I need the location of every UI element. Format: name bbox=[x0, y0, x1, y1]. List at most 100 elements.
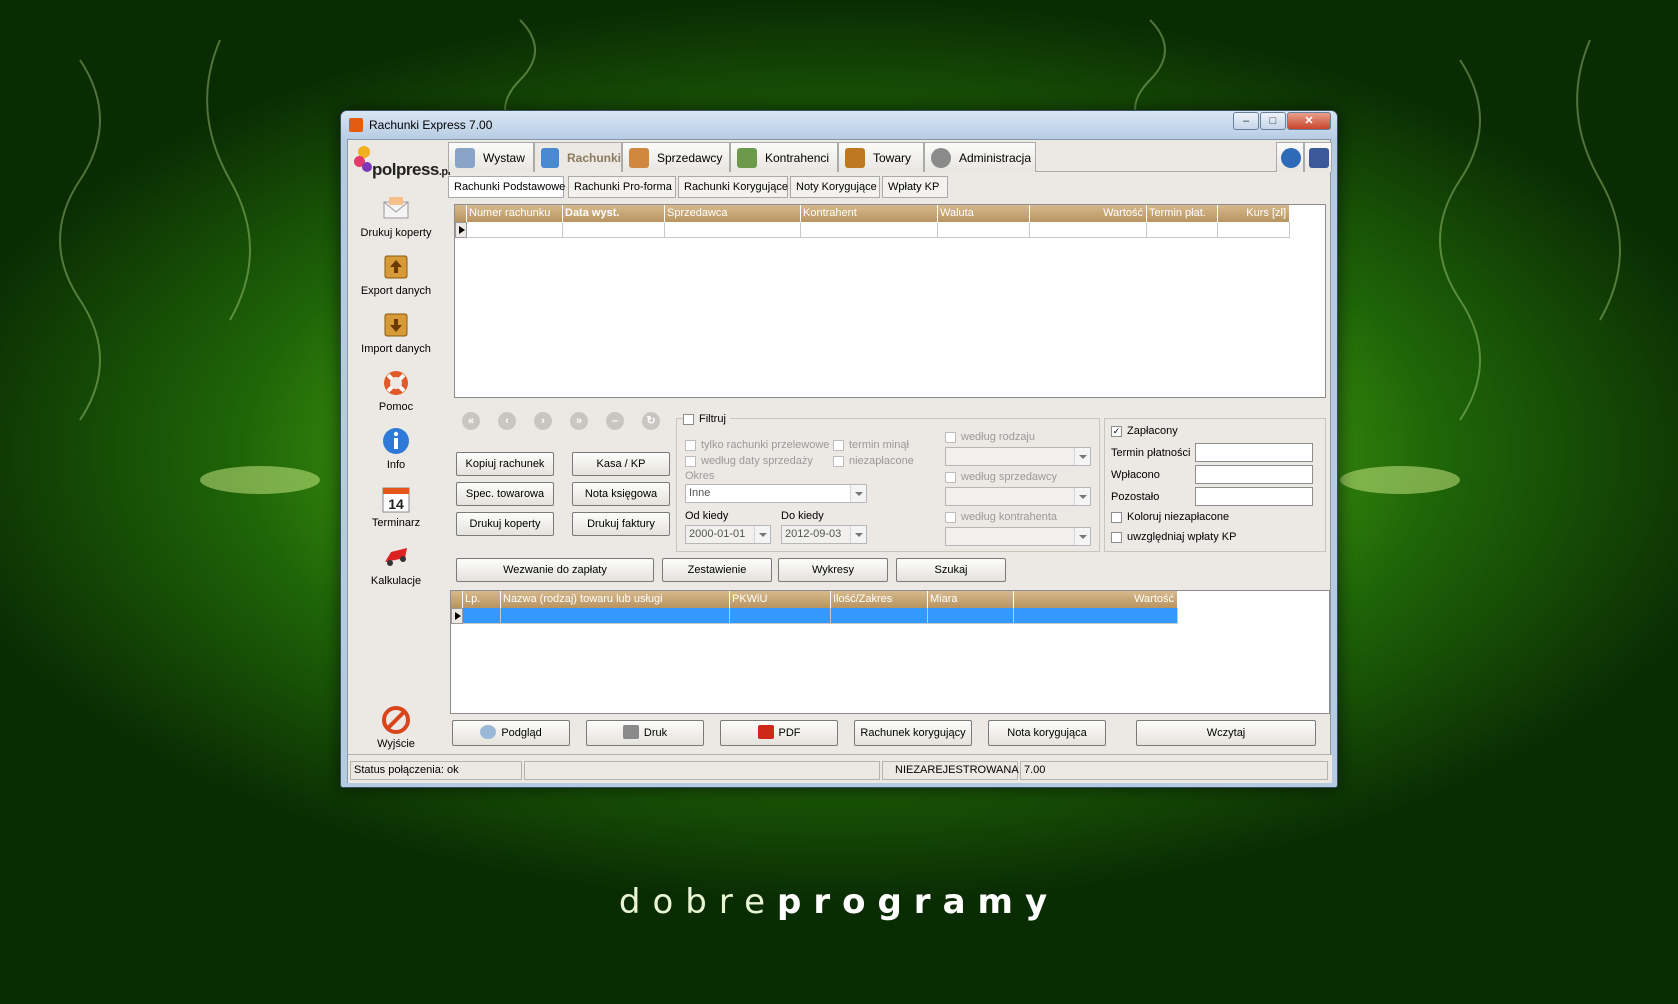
subtab-noty-korygujace[interactable]: Noty Korygujące bbox=[790, 176, 880, 198]
zaplacony-checkbox[interactable]: ✓ Zapłacony bbox=[1111, 425, 1178, 437]
col-lp[interactable]: Lp. bbox=[463, 591, 501, 608]
table-row[interactable] bbox=[467, 222, 563, 238]
pomoc-button[interactable]: Pomoc bbox=[348, 368, 444, 413]
sprzedawca-select[interactable] bbox=[945, 487, 1091, 506]
spec-towarowa-button[interactable]: Spec. towarowa bbox=[456, 482, 554, 506]
col-kurs[interactable]: Kurs [zł] bbox=[1218, 205, 1290, 222]
col-termin-plat[interactable]: Termin płat. bbox=[1147, 205, 1218, 222]
wezwanie-do-zaplaty-button[interactable]: Wezwanie do zapłaty bbox=[456, 558, 654, 582]
wczytaj-button[interactable]: Wczytaj bbox=[1136, 720, 1316, 746]
wykresy-button[interactable]: Wykresy bbox=[778, 558, 888, 582]
wyjscie-button[interactable]: Wyjście bbox=[348, 705, 444, 750]
okres-select[interactable]: Inne bbox=[685, 484, 867, 503]
table-cell[interactable] bbox=[1014, 608, 1178, 624]
termin-minal-checkbox[interactable]: termin minął bbox=[833, 439, 909, 451]
wg-kontrahenta-checkbox[interactable]: według kontrahenta bbox=[945, 511, 1057, 523]
maximize-button[interactable]: □ bbox=[1260, 112, 1286, 130]
last-record-button[interactable]: » bbox=[570, 412, 588, 430]
table-cell[interactable] bbox=[928, 608, 1014, 624]
table-cell[interactable] bbox=[563, 222, 665, 238]
col-waluta[interactable]: Waluta bbox=[938, 205, 1030, 222]
rachunek-korygujacy-button[interactable]: Rachunek korygujący bbox=[854, 720, 972, 746]
export-danych-button[interactable]: Export danych bbox=[348, 252, 444, 297]
facebook-button[interactable] bbox=[1304, 142, 1332, 172]
subtab-rachunki-korygujace[interactable]: Rachunki Korygujące bbox=[678, 176, 788, 198]
table-cell[interactable] bbox=[665, 222, 801, 238]
table-cell[interactable] bbox=[831, 608, 928, 624]
drukuj-faktury-button[interactable]: Drukuj faktury bbox=[572, 512, 670, 536]
table-cell[interactable] bbox=[730, 608, 831, 624]
tab-wystaw[interactable]: Wystaw bbox=[448, 142, 534, 172]
col-ilosc[interactable]: Ilość/Zakres bbox=[831, 591, 928, 608]
tab-administracja[interactable]: Administracja bbox=[924, 142, 1036, 172]
next-record-button[interactable]: › bbox=[534, 412, 552, 430]
tab-kontrahenci[interactable]: Kontrahenci bbox=[730, 142, 838, 172]
wg-rodzaju-checkbox[interactable]: według rodzaju bbox=[945, 431, 1035, 443]
col-sprzedawca[interactable]: Sprzedawca bbox=[665, 205, 801, 222]
table-cell[interactable] bbox=[1218, 222, 1290, 238]
col-pkwiu[interactable]: PKWiU bbox=[730, 591, 831, 608]
first-record-button[interactable]: « bbox=[462, 412, 480, 430]
info-icon bbox=[383, 428, 409, 454]
koloruj-niezaplacone-checkbox[interactable]: Koloruj niezapłacone bbox=[1111, 511, 1229, 523]
kasa-kp-button[interactable]: Kasa / KP bbox=[572, 452, 670, 476]
rodzaj-select[interactable] bbox=[945, 447, 1091, 466]
table-cell[interactable] bbox=[1147, 222, 1218, 238]
druk-button[interactable]: Druk bbox=[586, 720, 704, 746]
filtruj-checkbox[interactable]: Filtruj bbox=[683, 413, 730, 425]
table-row-selected[interactable] bbox=[463, 608, 501, 624]
col-miara[interactable]: Miara bbox=[928, 591, 1014, 608]
web-button[interactable] bbox=[1276, 142, 1304, 172]
szukaj-button[interactable]: Szukaj bbox=[896, 558, 1006, 582]
kalkulacje-button[interactable]: Kalkulacje bbox=[348, 542, 444, 587]
tab-towary[interactable]: Towary bbox=[838, 142, 924, 172]
table-cell[interactable] bbox=[938, 222, 1030, 238]
col-data-wyst[interactable]: Data wyst. bbox=[563, 205, 665, 222]
wg-sprzedawcy-checkbox[interactable]: według sprzedawcy bbox=[945, 471, 1057, 483]
uwzgledniaj-wplaty-checkbox[interactable]: uwzględniaj wpłaty KP bbox=[1111, 531, 1236, 543]
niezaplacone-checkbox[interactable]: niezapłacone bbox=[833, 455, 914, 467]
close-button[interactable]: ✕ bbox=[1287, 112, 1331, 130]
drukuj-koperty-button-main[interactable]: Drukuj koperty bbox=[456, 512, 554, 536]
wg-daty-checkbox[interactable]: według daty sprzedaży bbox=[685, 455, 813, 467]
od-kiedy-date[interactable]: 2000-01-01 bbox=[685, 525, 771, 544]
pdf-button[interactable]: PDF bbox=[720, 720, 838, 746]
do-kiedy-label: Do kiedy bbox=[781, 510, 824, 522]
nota-ksiegowa-button[interactable]: Nota księgowa bbox=[572, 482, 670, 506]
import-danych-button[interactable]: Import danych bbox=[348, 310, 444, 355]
minimize-button[interactable]: – bbox=[1233, 112, 1259, 130]
do-kiedy-date[interactable]: 2012-09-03 bbox=[781, 525, 867, 544]
title-bar[interactable]: Rachunki Express 7.00 – □ ✕ bbox=[341, 111, 1337, 139]
filter-group: Filtruj tylko rachunki przelewowe termin… bbox=[676, 413, 1100, 552]
kopiuj-rachunek-button[interactable]: Kopiuj rachunek bbox=[456, 452, 554, 476]
invoices-grid[interactable]: Numer rachunku Data wyst. Sprzedawca Kon… bbox=[454, 204, 1326, 398]
col-nazwa[interactable]: Nazwa (rodzaj) towaru lub usługi bbox=[501, 591, 730, 608]
col-kontrahent[interactable]: Kontrahent bbox=[801, 205, 938, 222]
table-cell[interactable] bbox=[1030, 222, 1147, 238]
subtab-rachunki-podstawowe[interactable]: Rachunki Podstawowe bbox=[448, 176, 565, 198]
wplacono-field[interactable] bbox=[1195, 465, 1313, 484]
tab-sprzedawcy[interactable]: Sprzedawcy bbox=[622, 142, 730, 172]
items-grid[interactable]: Lp. Nazwa (rodzaj) towaru lub usługi PKW… bbox=[450, 590, 1330, 714]
nota-korygujaca-button[interactable]: Nota korygująca bbox=[988, 720, 1106, 746]
refresh-button[interactable]: ↻ bbox=[642, 412, 660, 430]
pozostalo-field[interactable] bbox=[1195, 487, 1313, 506]
col-wartosc-items[interactable]: Wartość bbox=[1014, 591, 1178, 608]
drukuj-koperty-button[interactable]: Drukuj koperty bbox=[348, 194, 444, 239]
table-cell[interactable] bbox=[801, 222, 938, 238]
kontrahent-select[interactable] bbox=[945, 527, 1091, 546]
info-button[interactable]: Info bbox=[348, 426, 444, 471]
zestawienie-button[interactable]: Zestawienie bbox=[662, 558, 772, 582]
col-wartosc[interactable]: Wartość bbox=[1030, 205, 1147, 222]
prev-record-button[interactable]: ‹ bbox=[498, 412, 516, 430]
subtab-wplaty-kp[interactable]: Wpłaty KP bbox=[882, 176, 948, 198]
tylko-przelewowe-checkbox[interactable]: tylko rachunki przelewowe bbox=[685, 439, 829, 451]
termin-platnosci-field[interactable] bbox=[1195, 443, 1313, 462]
col-numer-rachunku[interactable]: Numer rachunku bbox=[467, 205, 563, 222]
tab-rachunki[interactable]: Rachunki bbox=[534, 142, 622, 172]
delete-record-button[interactable]: – bbox=[606, 412, 624, 430]
subtab-rachunki-pro-forma[interactable]: Rachunki Pro-forma bbox=[568, 176, 676, 198]
podglad-button[interactable]: Podgląd bbox=[452, 720, 570, 746]
terminarz-button[interactable]: 14 Terminarz bbox=[348, 484, 444, 529]
table-cell[interactable] bbox=[501, 608, 730, 624]
